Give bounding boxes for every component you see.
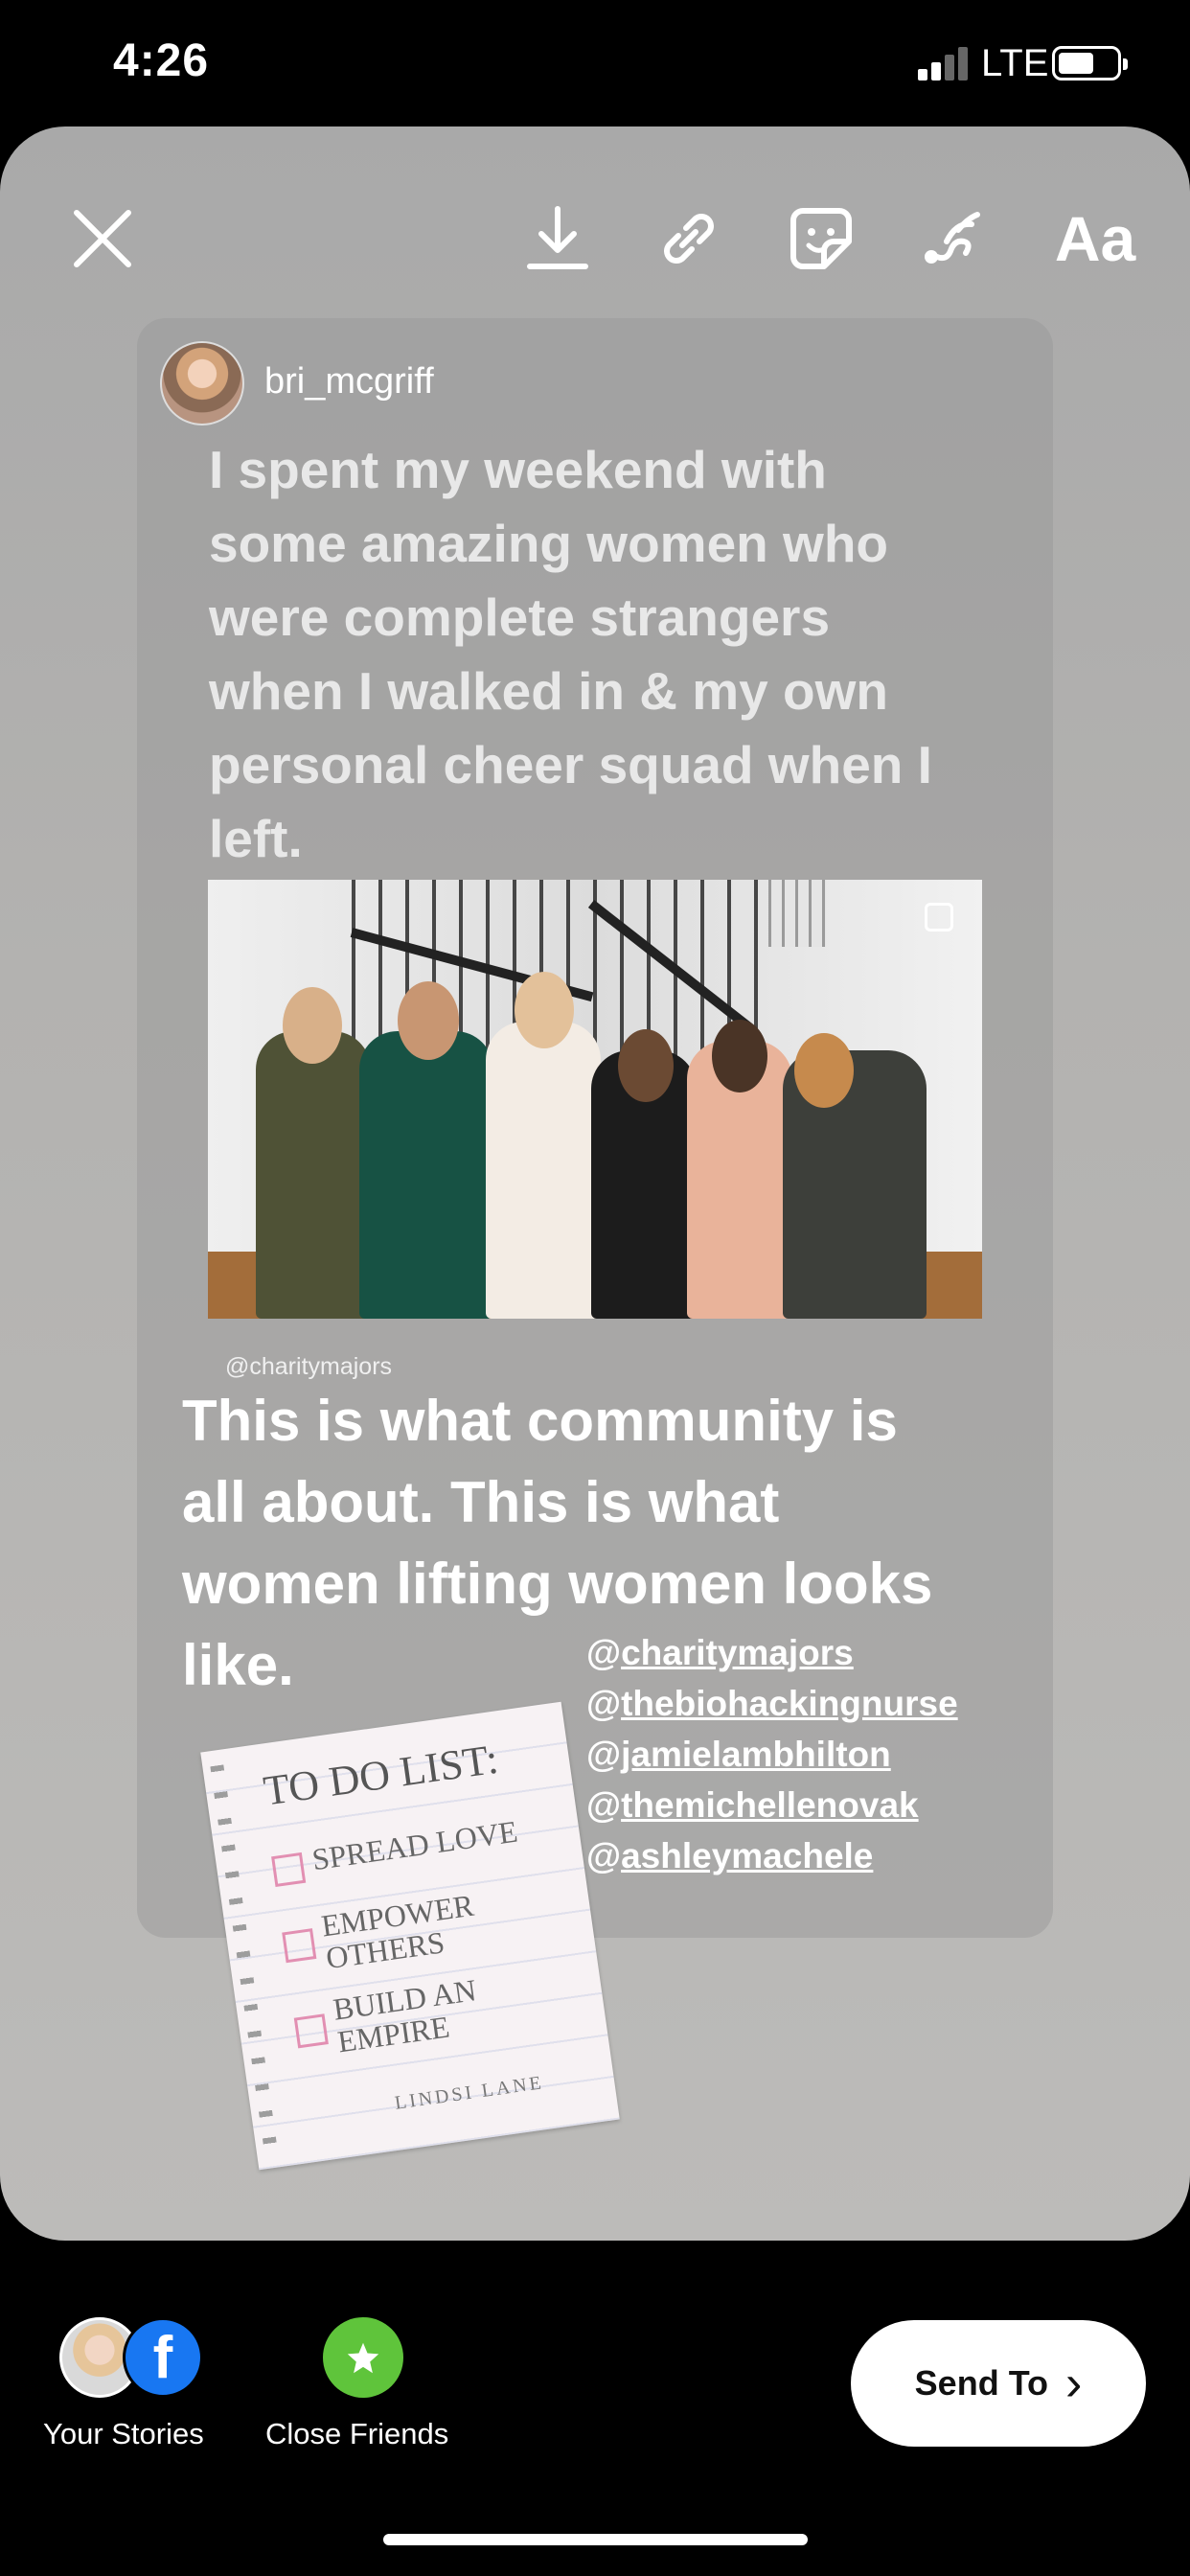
your-stories-label: Your Stories bbox=[43, 2417, 204, 2450]
window bbox=[768, 880, 826, 947]
mention-tag[interactable]: @jamielambhilton bbox=[586, 1729, 958, 1780]
status-bar: 4:26 LTE bbox=[0, 0, 1190, 125]
facebook-icon: f bbox=[123, 2317, 203, 2398]
close-button[interactable] bbox=[59, 196, 146, 282]
post-username: bri_mcgriff bbox=[264, 361, 434, 402]
close-icon bbox=[74, 210, 131, 267]
send-to-button[interactable]: Send To › bbox=[851, 2320, 1146, 2447]
mention-tag[interactable]: @themichellenovak bbox=[586, 1780, 958, 1830]
sticker-button[interactable] bbox=[778, 196, 864, 282]
link-icon bbox=[664, 214, 714, 264]
battery-icon bbox=[1052, 46, 1128, 80]
bottom-share-bar: f Your Stories Close Friends Send To › bbox=[0, 2241, 1190, 2576]
avatar bbox=[160, 341, 244, 426]
signal-icon bbox=[918, 46, 970, 80]
mentions-list[interactable]: @charitymajors @thebiohackingnurse @jami… bbox=[586, 1627, 958, 1881]
story-canvas[interactable]: Aa bri_mcgriff I spent my weekend with s… bbox=[0, 126, 1190, 2241]
mention-tag[interactable]: @charitymajors bbox=[586, 1627, 958, 1678]
text-tool-button[interactable]: Aa bbox=[1042, 196, 1148, 282]
download-icon bbox=[527, 206, 588, 269]
home-indicator[interactable] bbox=[383, 2534, 808, 2545]
text-tool-label: Aa bbox=[1054, 203, 1136, 274]
checkbox-icon bbox=[293, 2013, 329, 2049]
draw-icon bbox=[925, 212, 980, 264]
status-time: 4:26 bbox=[113, 35, 210, 86]
post-text: I spent my weekend with some amazing wom… bbox=[209, 440, 932, 868]
chevron-right-icon: › bbox=[1065, 2356, 1083, 2411]
checkbox-icon bbox=[282, 1928, 317, 1964]
photo-credit: @charitymajors bbox=[225, 1353, 393, 1380]
network-label: LTE bbox=[981, 42, 1049, 84]
close-friends-label: Close Friends bbox=[265, 2417, 449, 2450]
multi-photo-icon bbox=[925, 903, 953, 932]
star-icon bbox=[323, 2317, 403, 2398]
download-button[interactable] bbox=[515, 196, 601, 282]
sticker-icon bbox=[790, 208, 852, 269]
post-photo bbox=[208, 880, 982, 1319]
draw-button[interactable] bbox=[910, 196, 996, 282]
mention-tag[interactable]: @ashleymachele bbox=[586, 1830, 958, 1881]
mention-tag[interactable]: @thebiohackingnurse bbox=[586, 1678, 958, 1729]
send-to-label: Send To bbox=[914, 2363, 1048, 2403]
todo-list-sticker[interactable]: TO DO LIST: SPREAD LOVE EMPOWER OTHERS B… bbox=[200, 1701, 620, 2171]
checkbox-icon bbox=[271, 1852, 307, 1888]
link-button[interactable] bbox=[646, 196, 732, 282]
